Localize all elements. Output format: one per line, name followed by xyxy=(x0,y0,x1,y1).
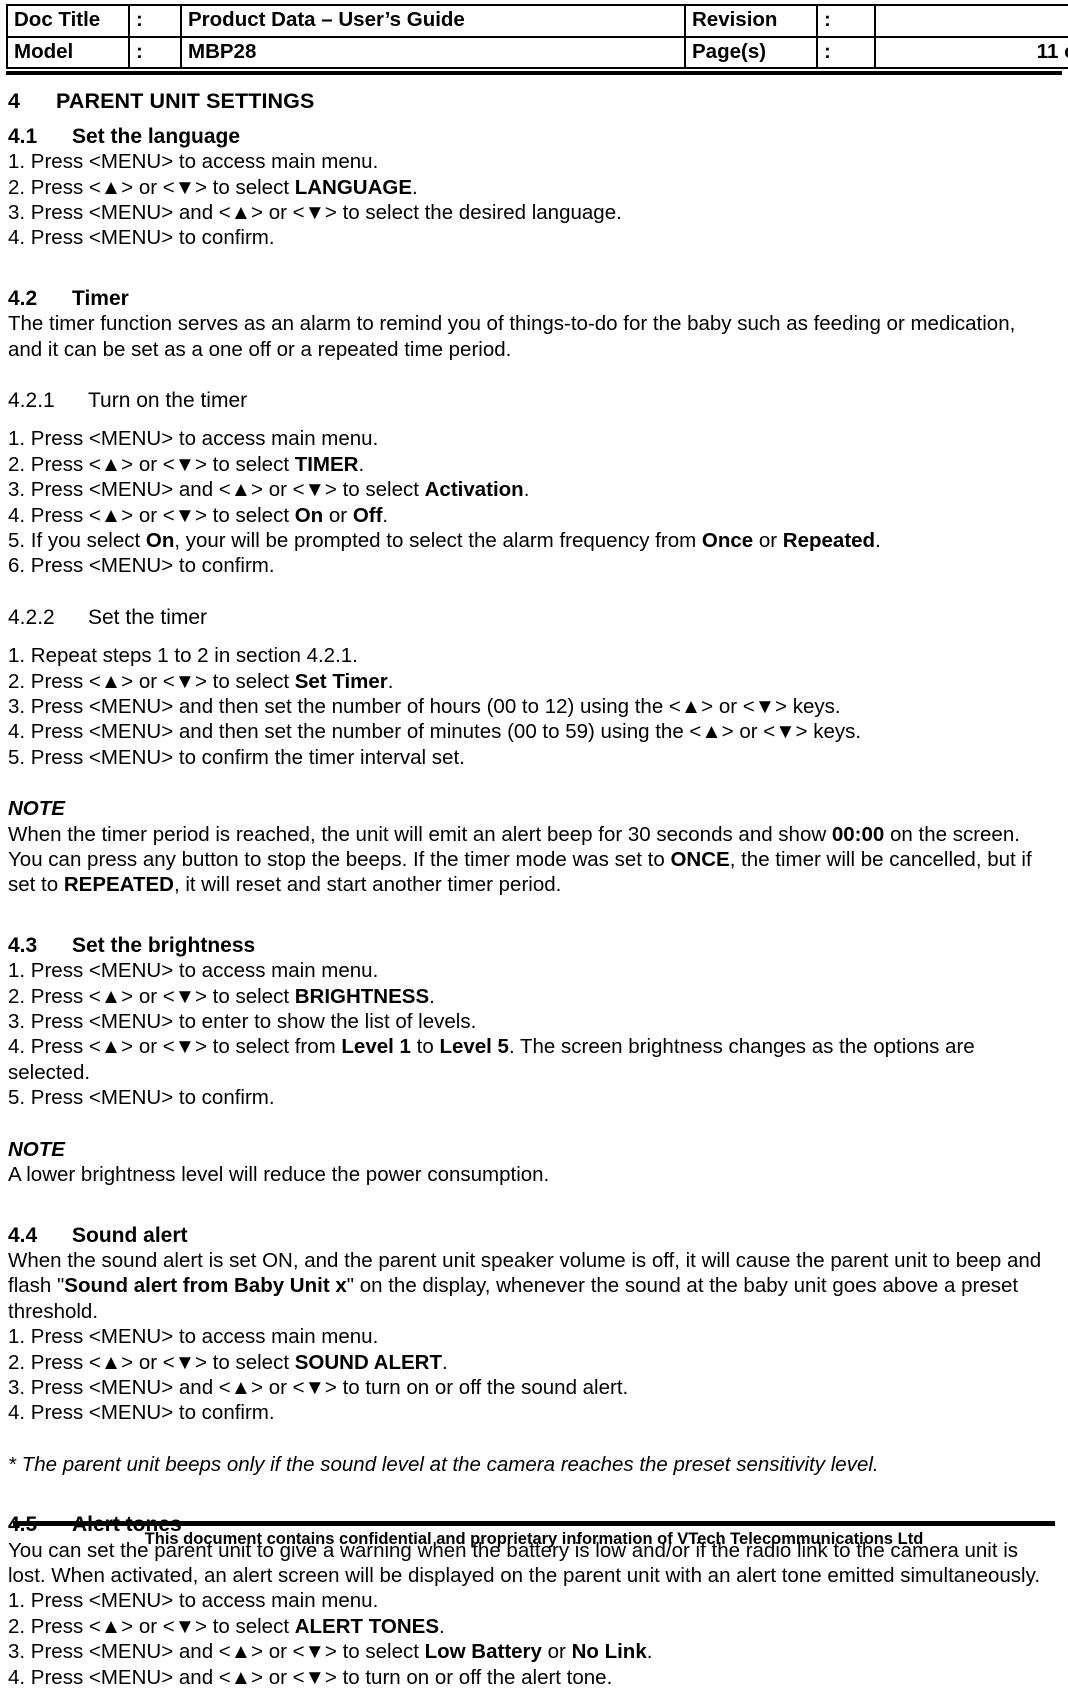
heading-section-4-2-number: 4.2 xyxy=(8,286,38,310)
note-label: NOTE xyxy=(8,797,65,821)
step-line: 4. Press <MENU> to confirm. xyxy=(8,1401,275,1425)
footer-separator-rule xyxy=(13,1521,1055,1526)
paragraph-line: lost. When activated, an alert screen wi… xyxy=(8,1563,1041,1587)
doc-title-colon: : xyxy=(128,4,182,38)
step-line: 3. Press <MENU> and <▲> or <▼> to select… xyxy=(8,478,530,502)
step-line: 6. Press <MENU> to confirm. xyxy=(8,554,275,578)
doc-title-label: Doc Title xyxy=(6,4,130,38)
heading-section-4-2-2-number: 4.2.2 xyxy=(8,605,55,629)
heading-section-4-2-title: Timer xyxy=(72,286,129,310)
heading-section-4-2-1: 4.2.1 Turn on the timer xyxy=(8,388,1060,413)
step-line: 3. Press <MENU> and <▲> or <▼> to turn o… xyxy=(8,1375,629,1399)
document-header: Doc Title : Product Data – User’s Guide … xyxy=(0,0,1068,70)
heading-section-4-number: 4 xyxy=(8,89,21,114)
step-line: 3. Press <MENU> to enter to show the lis… xyxy=(8,1010,477,1034)
step-line: 2. Press <▲> or <▼> to select TIMER. xyxy=(8,452,365,476)
step-line: 2. Press <▲> or <▼> to select ALERT TONE… xyxy=(8,1614,445,1638)
step-line: 2. Press <▲> or <▼> to select BRIGHTNESS… xyxy=(8,984,435,1008)
footnote-line: * The parent unit beeps only if the soun… xyxy=(8,1452,879,1476)
step-line: 4. Press <MENU> and then set the number … xyxy=(8,720,862,744)
heading-section-4-1-number: 4.1 xyxy=(8,124,38,148)
heading-section-4-4: 4.4 Sound alert xyxy=(8,1223,1060,1248)
heading-section-4: 4 PARENT UNIT SETTINGS xyxy=(8,89,1060,114)
step-line: 3. Press <MENU> and <▲> or <▼> to select… xyxy=(8,1640,653,1664)
note-line: A lower brightness level will reduce the… xyxy=(8,1163,550,1187)
paragraph-line: threshold. xyxy=(8,1299,99,1323)
heading-section-4-2-2-title: Set the timer xyxy=(88,605,208,629)
header-row-2: Model : MBP28 Page(s) : 11 of 17 xyxy=(6,35,1068,70)
step-line: 5. Press <MENU> to confirm. xyxy=(8,1086,275,1110)
note-label: NOTE xyxy=(8,1137,65,1161)
step-line: 1. Press <MENU> to access main menu. xyxy=(8,1589,379,1613)
step-line: 2. Press <▲> or <▼> to select SOUND ALER… xyxy=(8,1350,448,1374)
heading-section-4-3-title: Set the brightness xyxy=(72,933,256,957)
step-line: 5. If you select On, your will be prompt… xyxy=(8,528,881,552)
heading-section-4-2-2: 4.2.2 Set the timer xyxy=(8,605,1060,630)
revision-label: Revision xyxy=(684,4,818,38)
heading-section-4-2-1-number: 4.2.1 xyxy=(8,388,55,412)
header-info-table: Doc Title : Product Data – User’s Guide … xyxy=(6,4,1068,70)
pages-value: 11 of 17 xyxy=(874,35,1068,70)
paragraph-line: The timer function serves as an alarm to… xyxy=(8,312,1016,336)
paragraph-line: When the sound alert is set ON, and the … xyxy=(8,1248,1042,1272)
header-row-1: Doc Title : Product Data – User’s Guide … xyxy=(6,4,1068,38)
document-page: Doc Title : Product Data – User’s Guide … xyxy=(0,0,1068,1689)
pages-label: Page(s) xyxy=(684,35,818,70)
model-label: Model xyxy=(6,35,130,70)
heading-section-4-2-1-title: Turn on the timer xyxy=(88,388,248,412)
step-line: 1. Press <MENU> to access main menu. xyxy=(8,150,379,174)
step-line: 1. Press <MENU> to access main menu. xyxy=(8,427,379,451)
document-body: 4 PARENT UNIT SETTINGS 4.1 Set the languag… xyxy=(0,89,1068,1690)
step-line: 4. Press <MENU> and <▲> or <▼> to turn o… xyxy=(8,1665,613,1689)
doc-title-value: Product Data – User’s Guide xyxy=(180,4,686,38)
revision-colon: : xyxy=(816,4,876,38)
note-line: You can press any button to stop the bee… xyxy=(8,848,1032,872)
heading-section-4-1: 4.1 Set the language xyxy=(8,124,1060,149)
heading-section-4-3-number: 4.3 xyxy=(8,933,38,957)
step-line: 3. Press <MENU> and then set the number … xyxy=(8,695,841,718)
heading-section-4-3: 4.3 Set the brightness xyxy=(8,933,1060,958)
step-line: 5. Press <MENU> to confirm the timer int… xyxy=(8,745,465,769)
paragraph-line: flash "Sound alert from Baby Unit x" on … xyxy=(8,1274,1019,1298)
note-line: set to REPEATED, it will reset and start… xyxy=(8,873,562,897)
heading-section-4-1-title: Set the language xyxy=(72,124,241,148)
step-line: 1. Press <MENU> to access main menu. xyxy=(8,959,379,983)
step-line: 4. Press <MENU> to confirm. xyxy=(8,226,275,250)
heading-section-4-4-title: Sound alert xyxy=(72,1223,188,1247)
document-footer: This document contains confidential and … xyxy=(0,1521,1068,1552)
step-line: 3. Press <MENU> and <▲> or <▼> to select… xyxy=(8,200,622,224)
step-line: 4. Press <▲> or <▼> to select from Level… xyxy=(8,1035,975,1084)
step-line: 1. Press <MENU> to access main menu. xyxy=(8,1325,379,1349)
model-value: MBP28 xyxy=(180,35,686,70)
step-line: 1. Repeat steps 1 to 2 in section 4.2.1. xyxy=(8,644,358,668)
note-line: When the timer period is reached, the un… xyxy=(8,822,1020,846)
paragraph-line: and it can be set as a one off or a repe… xyxy=(8,337,512,361)
header-separator-rule xyxy=(6,71,1062,76)
revision-value: R.00 xyxy=(874,4,1068,38)
model-colon: : xyxy=(128,35,182,70)
pages-colon: : xyxy=(816,35,876,70)
heading-section-4-4-number: 4.4 xyxy=(8,1223,38,1247)
footer-confidentiality-notice: This document contains confidential and … xyxy=(144,1530,924,1548)
step-line: 4. Press <▲> or <▼> to select On or Off. xyxy=(8,503,389,527)
step-line: 2. Press <▲> or <▼> to select Set Timer. xyxy=(8,669,394,693)
heading-section-4-2: 4.2 Timer xyxy=(8,286,1060,311)
step-line: 2. Press <▲> or <▼> to select LANGUAGE. xyxy=(8,175,418,199)
heading-section-4-title: PARENT UNIT SETTINGS xyxy=(56,89,315,114)
